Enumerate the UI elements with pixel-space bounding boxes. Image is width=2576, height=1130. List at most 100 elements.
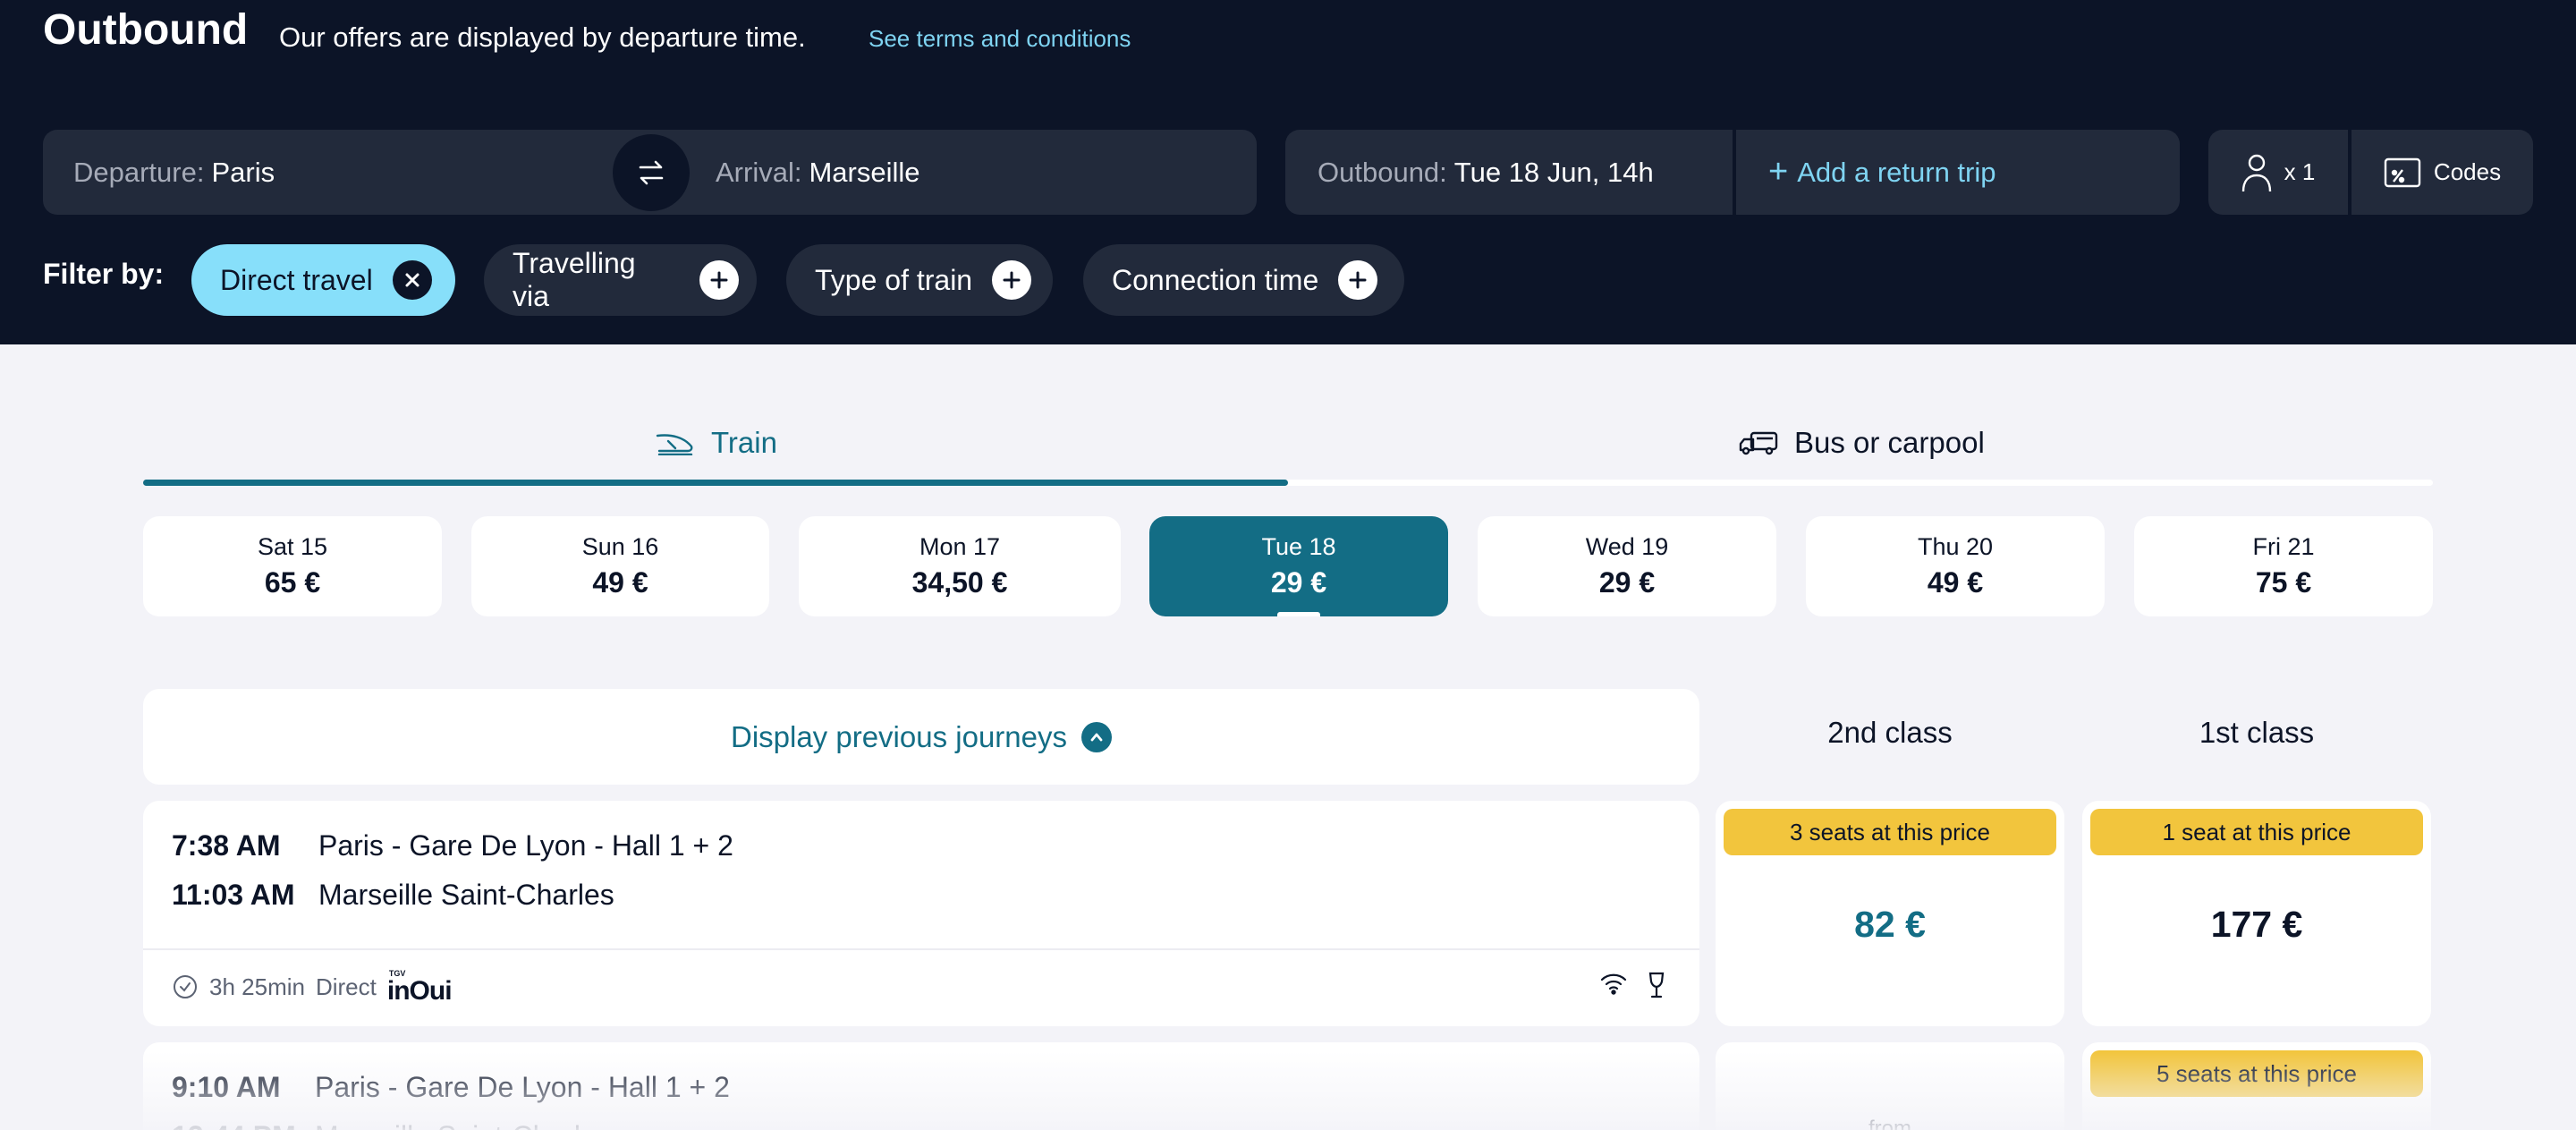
search-header: Outbound Our offers are displayed by dep… [0, 0, 2576, 344]
journey-duration: 3h 25min [209, 973, 305, 1000]
outbound-value: Tue 18 Jun, 14h [1453, 156, 1654, 188]
seats-badge: 5 seats at this price [2090, 1050, 2423, 1097]
train-brand-logo: TGV inOui [386, 968, 453, 1006]
first-class-header: 1st class [2199, 716, 2315, 749]
departure-time: 9:10 AM [172, 1071, 281, 1103]
filter-chip-connection-time[interactable]: Connection time [1083, 244, 1404, 316]
date-day: Tue 18 [1261, 533, 1336, 560]
terms-link[interactable]: See terms and conditions [869, 25, 1131, 53]
filter-chip-label: Direct travel [220, 263, 373, 296]
price-first-class[interactable]: 1 seat at this price 177 € [2082, 801, 2431, 1026]
second-class-header: 2nd class [1827, 716, 1953, 749]
close-icon[interactable] [392, 260, 432, 300]
journey-card[interactable]: 9:10 AM Paris - Gare De Lyon - Hall 1 + 2… [143, 1042, 1699, 1130]
arrival-time: 11:03 AM [172, 879, 295, 911]
date-price: 49 € [592, 566, 648, 599]
swap-stations-button[interactable] [613, 134, 690, 211]
price-value: 82 € [1854, 904, 1926, 945]
departure-value: Paris [211, 156, 275, 188]
codes-button[interactable]: Codes [2351, 130, 2533, 215]
arrival-field[interactable]: Arrival: Marseille [651, 130, 1257, 215]
add-return-trip-button[interactable]: + Add a return trip [1736, 130, 2180, 215]
price-second-class[interactable]: 3 seats at this price 82 € [1716, 801, 2064, 1026]
filter-chip-type-of-train[interactable]: Type of train [786, 244, 1053, 316]
display-previous-journeys-label: Display previous journeys [730, 719, 1067, 753]
plus-icon [1338, 260, 1378, 300]
outbound-label: Outbound: [1318, 156, 1447, 188]
price-second-class[interactable]: from [1716, 1042, 2064, 1130]
price-first-class[interactable]: 5 seats at this price [2082, 1042, 2431, 1130]
outbound-date-field[interactable]: Outbound: Tue 18 Jun, 14h [1285, 130, 1733, 215]
filter-chip-direct-travel[interactable]: Direct travel [191, 244, 455, 316]
journey-departure: 7:38 AM Paris - Gare De Lyon - Hall 1 + 2 [172, 829, 733, 862]
departure-time: 7:38 AM [172, 829, 281, 862]
date-option-mon-17[interactable]: Mon 17 34,50 € [799, 516, 1121, 616]
date-option-thu-20[interactable]: Thu 20 49 € [1806, 516, 2105, 616]
page-title: Outbound [43, 6, 249, 54]
filter-label: Filter by: [43, 258, 165, 290]
date-day: Mon 17 [919, 533, 1001, 560]
codes-label: Codes [2433, 158, 2502, 185]
date-price: 29 € [1598, 566, 1656, 599]
journey-card[interactable]: 7:38 AM Paris - Gare De Lyon - Hall 1 + 2… [143, 801, 1699, 1026]
tab-train[interactable]: Train [656, 421, 777, 465]
departure-station: Paris - Gare De Lyon - Hall 1 + 2 [318, 829, 733, 862]
date-day: Wed 19 [1585, 533, 1669, 560]
tab-active-indicator [143, 480, 1288, 486]
date-day: Sat 15 [257, 533, 328, 560]
plus-icon [699, 260, 739, 300]
arrival-label: Arrival: [716, 156, 802, 188]
filter-chip-travelling-via[interactable]: Travelling via [484, 244, 757, 316]
filter-chip-label: Travelling via [513, 247, 636, 312]
seats-badge: 3 seats at this price [1724, 809, 2056, 855]
date-day: Fri 21 [2252, 533, 2315, 560]
journey-departure: 9:10 AM Paris - Gare De Lyon - Hall 1 + 2 [172, 1071, 730, 1104]
passengers-count: x 1 [2284, 158, 2316, 185]
arrival-value: Marseille [809, 156, 920, 188]
filter-chip-label: Type of train [815, 263, 973, 296]
journey-arrival: 11:03 AM Marseille Saint-Charles [172, 879, 614, 912]
tab-train-label: Train [711, 426, 777, 459]
date-price: 75 € [2255, 566, 2312, 599]
date-option-wed-19[interactable]: Wed 19 29 € [1478, 516, 1776, 616]
divider [143, 948, 1699, 950]
clock-icon [174, 975, 197, 998]
page-subtitle: Our offers are displayed by departure ti… [279, 21, 806, 53]
date-price: 29 € [1270, 566, 1327, 599]
wifi-icon [1599, 971, 1628, 996]
date-option-fri-21[interactable]: Fri 21 75 € [2134, 516, 2433, 616]
person-icon [2241, 154, 2271, 191]
date-option-tue-18[interactable]: Tue 18 29 € [1149, 516, 1448, 616]
date-price: 34,50 € [911, 566, 1008, 599]
filter-chip-label: Connection time [1112, 263, 1319, 296]
journey-arrival: 12:44 PMMarseille Saint-Charles [172, 1120, 611, 1130]
tab-bus-label: Bus or carpool [1794, 426, 1985, 459]
bus-car-icon [1739, 431, 1778, 455]
tab-bus-or-carpool[interactable]: Bus or carpool [1739, 421, 1985, 465]
swap-icon [639, 160, 664, 185]
journey-meta: 3h 25min Direct TGV inOui [172, 969, 462, 1005]
chevron-up-icon [1081, 721, 1112, 752]
bar-coach-icon [1646, 971, 1667, 999]
seats-badge: 1 seat at this price [2090, 809, 2423, 855]
display-previous-journeys-button[interactable]: Display previous journeys [143, 689, 1699, 785]
date-price: 65 € [264, 566, 321, 599]
plus-icon: + [1768, 153, 1789, 191]
arrival-time: 12:44 PM [172, 1120, 315, 1130]
add-return-trip-label: Add a return trip [1797, 156, 1996, 188]
departure-station: Paris - Gare De Lyon - Hall 1 + 2 [315, 1071, 730, 1103]
date-price: 49 € [1927, 566, 1984, 599]
departure-field[interactable]: Departure: Paris [43, 130, 651, 215]
price-from-label: from [1868, 1117, 1911, 1130]
departure-label: Departure: [73, 156, 205, 188]
plus-icon [992, 260, 1032, 300]
date-day: Sun 16 [581, 533, 659, 560]
discount-card-icon [2384, 157, 2421, 187]
date-day: Thu 20 [1917, 533, 1994, 560]
date-option-sun-16[interactable]: Sun 16 49 € [471, 516, 769, 616]
arrival-station: Marseille Saint-Charles [315, 1120, 611, 1130]
price-value: 177 € [2210, 904, 2303, 945]
passengers-button[interactable]: x 1 [2208, 130, 2348, 215]
date-option-sat-15[interactable]: Sat 15 65 € [143, 516, 442, 616]
train-icon [656, 434, 693, 455]
